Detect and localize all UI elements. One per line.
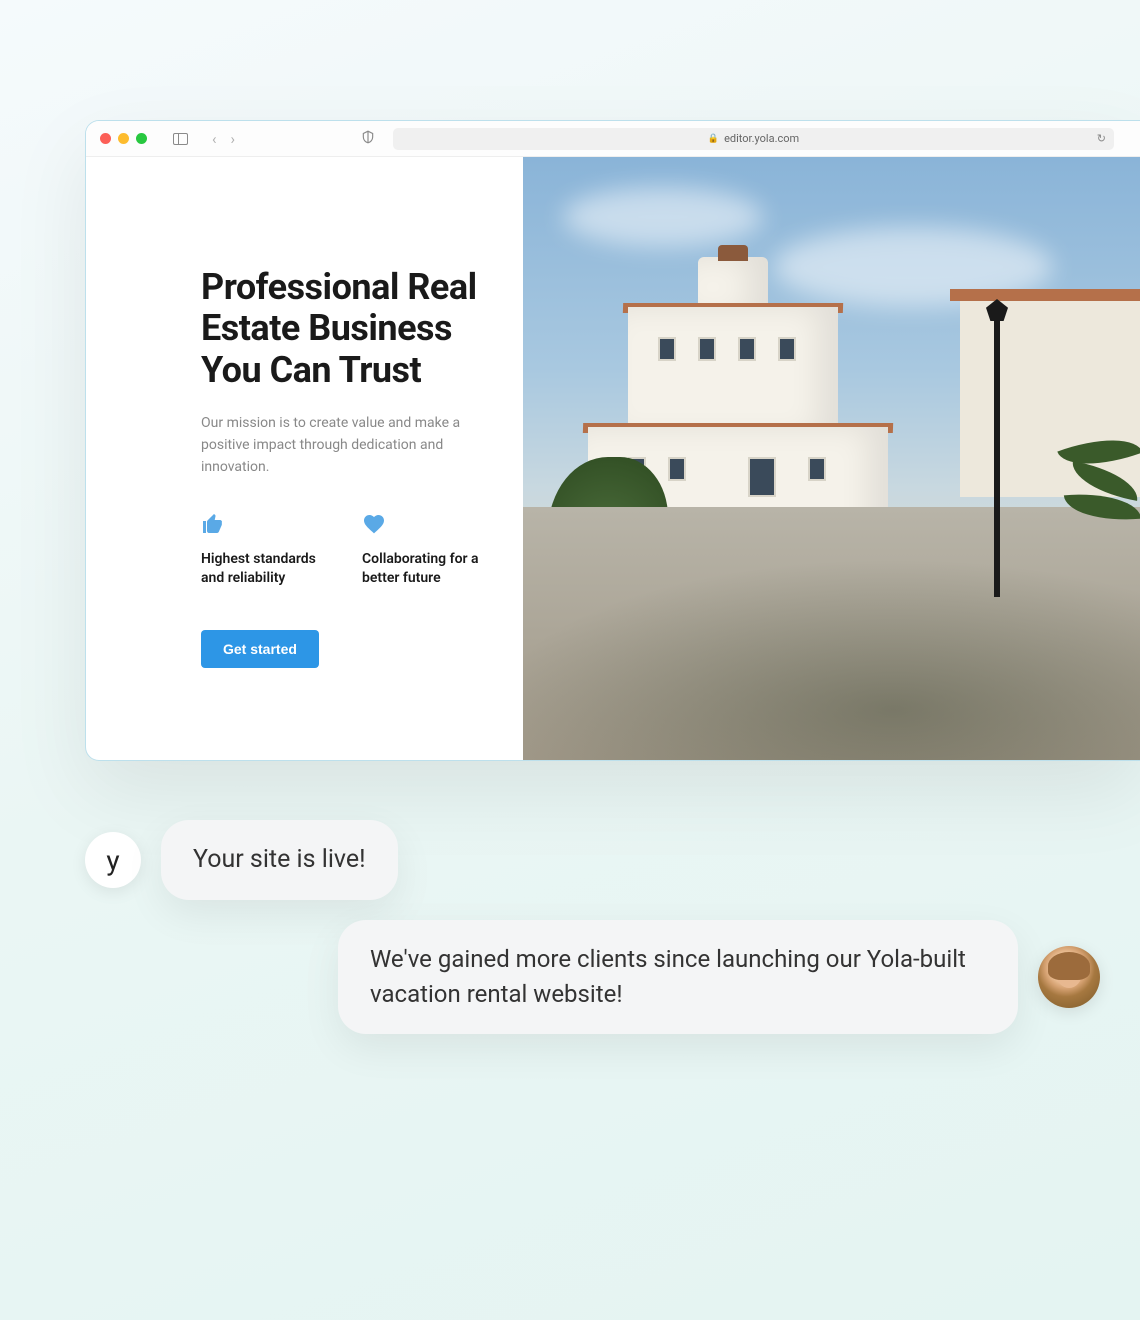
feature-label: Highest standards and reliability	[201, 550, 322, 588]
features-row: Highest standards and reliability Collab…	[201, 512, 483, 588]
get-started-button[interactable]: Get started	[201, 630, 319, 668]
feature-item: Collaborating for a better future	[362, 512, 483, 588]
lock-icon: 🔒	[708, 134, 719, 144]
feature-item: Highest standards and reliability	[201, 512, 322, 588]
user-avatar	[1038, 946, 1100, 1008]
chat-message: Your site is live!	[193, 845, 366, 874]
chat-row-system: y Your site is live!	[85, 820, 1100, 900]
back-button[interactable]: ‹	[212, 130, 217, 148]
browser-chrome: ‹ › 🔒 editor.yola.com ↻	[86, 121, 1140, 157]
heart-icon	[362, 512, 483, 536]
privacy-shield-icon[interactable]	[361, 129, 375, 148]
chat-bubble-system: Your site is live!	[161, 820, 398, 900]
hero-mission: Our mission is to create value and make …	[201, 413, 461, 478]
address-bar[interactable]: 🔒 editor.yola.com ↻	[393, 128, 1114, 150]
browser-window: ‹ › 🔒 editor.yola.com ↻ Professional Rea…	[85, 120, 1140, 761]
hero-image	[523, 157, 1140, 760]
sidebar-toggle-icon[interactable]	[173, 133, 188, 145]
hero-left-column: Professional Real Estate Business You Ca…	[86, 157, 523, 760]
chat-bubble-user: We've gained more clients since launchin…	[338, 920, 1018, 1034]
reload-icon[interactable]: ↻	[1097, 132, 1106, 145]
window-controls	[100, 133, 147, 144]
chat-row-user: We've gained more clients since launchin…	[160, 920, 1100, 1034]
system-avatar: y	[85, 832, 141, 888]
nav-arrows: ‹ ›	[212, 130, 235, 148]
chat-message: We've gained more clients since launchin…	[370, 945, 966, 1008]
close-window-button[interactable]	[100, 133, 111, 144]
page-content: Professional Real Estate Business You Ca…	[86, 157, 1140, 760]
thumbs-up-icon	[201, 512, 322, 536]
url-text: editor.yola.com	[724, 132, 799, 145]
feature-label: Collaborating for a better future	[362, 550, 483, 588]
hero-headline: Professional Real Estate Business You Ca…	[201, 267, 483, 391]
chat-area: y Your site is live! We've gained more c…	[85, 820, 1100, 1054]
forward-button[interactable]: ›	[231, 130, 236, 148]
minimize-window-button[interactable]	[118, 133, 129, 144]
maximize-window-button[interactable]	[136, 133, 147, 144]
avatar-letter: y	[106, 844, 119, 877]
